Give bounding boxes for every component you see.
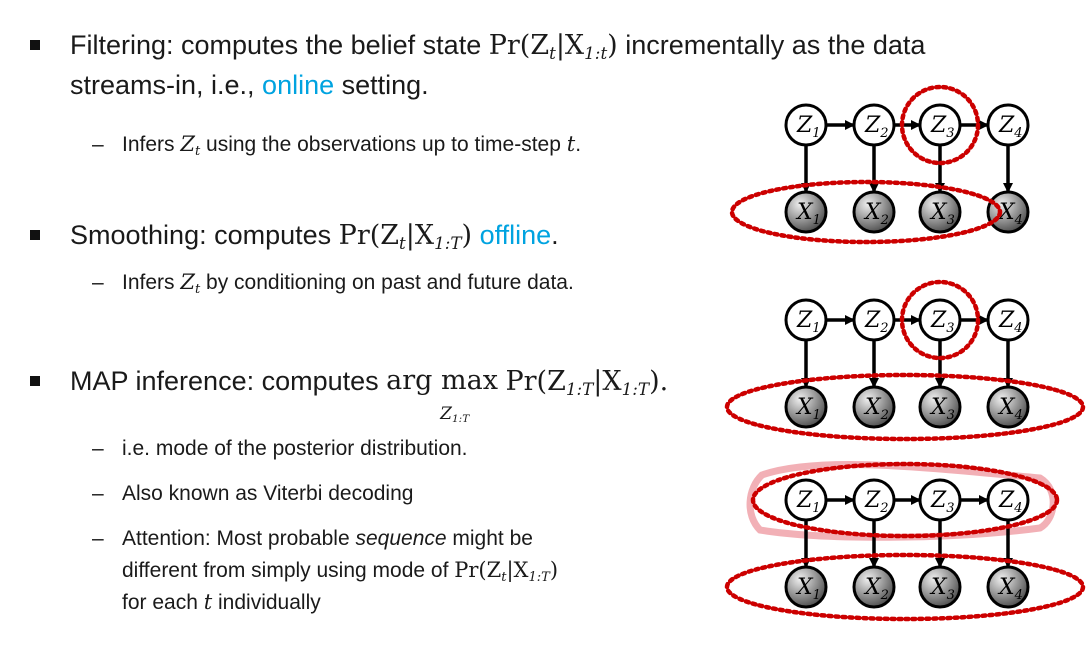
- map-sub-2: – Also known as Viterbi decoding: [92, 482, 414, 505]
- diagram-2-evidence-ellipse: [724, 372, 1086, 442]
- argmax-operator: arg max Z1:T: [386, 365, 498, 426]
- filtering-sub-1: – Infers Zt using the observations up to …: [92, 132, 582, 159]
- bullet-filtering: [30, 40, 40, 50]
- map-sub-3-line-2: different from simply using mode of Pr(Z…: [122, 558, 559, 585]
- hmm-diagrams-svg: Z1 Z2 Z3 Z4X1 X2 X3 X4Z1 Z2 Z3 Z4X1 X2 X3 X4Z1 Z2 Z3 Z4…: [724, 84, 1086, 622]
- map-sub-1: – i.e. mode of the posterior distribution…: [92, 437, 468, 460]
- smoothing-formula: Pr(Zt|X1:T): [338, 220, 473, 254]
- offline-highlight: offline: [479, 220, 552, 250]
- filtering-formula: Pr(Zt|X1:t): [488, 30, 618, 64]
- sequence-emphasis: sequence: [355, 527, 447, 550]
- filtering-line-2: streams-in, i.e., online setting.: [70, 70, 429, 100]
- bullet-smoothing: [30, 230, 40, 240]
- hmm-diagrams: Z1 Z2 Z3 Z4 X1 X2 X3 X4 Z1 Z2 Z3 Z4 X1 X2 X3 X4 Z1 Z2 Z3 Z4…: [700, 0, 1087, 649]
- map-line-1: MAP inference: computes arg max Z1:T Pr(Z…: [70, 365, 669, 426]
- dash: –: [92, 133, 104, 156]
- slide-text: Filtering: computes the belief state Pr(…: [0, 0, 925, 649]
- bullet-map: [30, 376, 40, 386]
- smoothing-sub-1: – Infers Zt by conditioning on past and f…: [92, 270, 574, 297]
- map-formula: Pr(Z1:T|X1:T).: [505, 366, 669, 400]
- map-sub-3: – Attention: Most probable sequence might…: [92, 527, 533, 550]
- online-highlight: online: [262, 70, 335, 100]
- filtering-label: Filtering: computes the belief state: [70, 30, 489, 60]
- map-sub-3-line-3: for each t individually: [122, 590, 321, 614]
- diagram-3-evidence-ellipse: [724, 552, 1086, 622]
- smoothing-line-1: Smoothing: computes Pr(Zt|X1:T) offline.: [70, 220, 559, 254]
